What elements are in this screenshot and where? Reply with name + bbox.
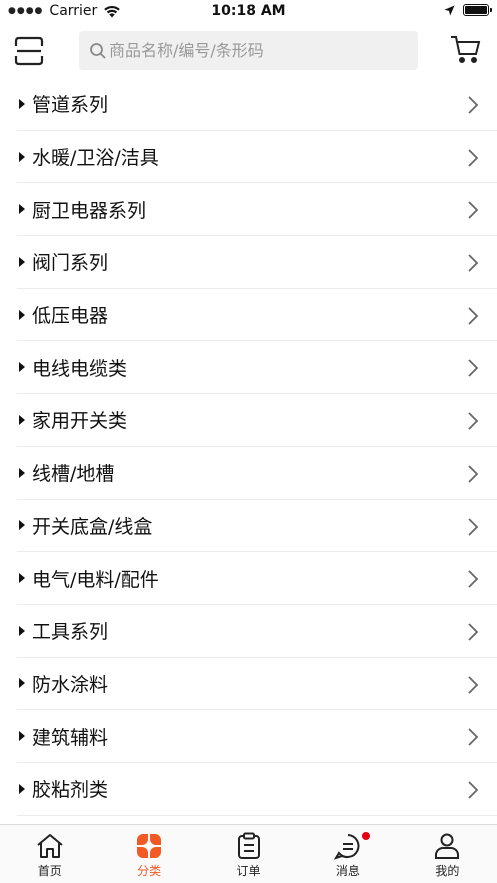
expand-triangle-icon [19, 256, 25, 267]
location-arrow-icon [444, 5, 455, 15]
expand-triangle-icon [19, 625, 25, 636]
category-item[interactable]: 阀门系列 [17, 236, 497, 289]
category-label: 防水涂料 [32, 673, 109, 696]
home-icon [37, 834, 63, 858]
expand-triangle-icon [19, 98, 25, 109]
chevron-right-icon [468, 254, 479, 272]
chevron-right-icon [468, 359, 479, 378]
category-label: 电气/电料/配件 [32, 568, 159, 591]
status-time: 10:18 AM [211, 3, 286, 19]
category-label: 阀门系列 [32, 252, 109, 275]
category-item[interactable]: 建筑辅料 [17, 710, 497, 763]
chevron-right-icon [468, 623, 479, 641]
scan-icon [14, 36, 44, 66]
category-label: 电线电缆类 [32, 357, 128, 380]
category-label: 管道系列 [32, 94, 109, 117]
category-item[interactable]: 开关底盒/线盒 [17, 500, 497, 553]
category-label: 低压电器 [32, 305, 109, 328]
category-label: 家用开关类 [32, 410, 128, 433]
cart-icon [451, 36, 481, 63]
category-item[interactable]: 厨卫电器系列 [17, 183, 497, 237]
category-item[interactable]: 胶粘剂类 [17, 763, 497, 816]
chevron-right-icon [468, 149, 479, 167]
chevron-right-icon [468, 781, 479, 799]
category-item[interactable]: 管道系列 [17, 78, 497, 131]
expand-triangle-icon [19, 731, 25, 742]
category-label: 开关底盒/线盒 [32, 515, 153, 538]
tab-label: 订单 [236, 864, 261, 878]
category-item[interactable]: 防水涂料 [17, 658, 497, 711]
tab-label: 我的 [435, 864, 460, 878]
tab-profile[interactable]: 我的 [398, 825, 497, 883]
category-list: 管道系列 水暖/卫浴/洁具 厨卫电器系列 阀门系列 低压电器 电线电缆类 家用开… [0, 78, 497, 816]
message-icon [333, 834, 360, 860]
chevron-right-icon [468, 570, 479, 588]
expand-triangle-icon [19, 151, 25, 162]
category-label: 水暖/卫浴/洁具 [32, 147, 159, 170]
category-item[interactable]: 水暖/卫浴/洁具 [17, 131, 497, 184]
tab-category[interactable]: 分类 [99, 825, 198, 883]
unread-badge [362, 832, 371, 840]
tab-orders[interactable]: 订单 [199, 825, 298, 883]
expand-triangle-icon [19, 520, 25, 531]
expand-triangle-icon [19, 467, 25, 478]
tab-label: 分类 [137, 864, 162, 878]
chevron-right-icon [468, 465, 479, 483]
category-item[interactable]: 工具系列 [17, 605, 497, 658]
expand-triangle-icon [19, 678, 25, 689]
profile-icon [435, 833, 460, 859]
tab-label: 消息 [335, 864, 360, 878]
expand-triangle-icon [19, 204, 25, 215]
tab-home[interactable]: 首页 [0, 825, 99, 883]
tab-messages[interactable]: 消息 [298, 825, 397, 883]
category-icon [137, 834, 162, 858]
category-item[interactable]: 家用开关类 [17, 394, 497, 447]
category-item[interactable]: 低压电器 [17, 289, 497, 342]
category-label: 线槽/地槽 [32, 463, 115, 486]
search-box[interactable] [79, 31, 418, 70]
expand-triangle-icon [19, 783, 25, 794]
chevron-right-icon [468, 412, 479, 430]
expand-triangle-icon [19, 414, 25, 425]
chevron-right-icon [468, 675, 479, 694]
category-label: 工具系列 [32, 621, 109, 644]
chevron-right-icon [468, 201, 479, 220]
chevron-right-icon [468, 96, 479, 114]
top-bar [0, 24, 497, 80]
cart-button[interactable] [450, 34, 486, 70]
search-icon [90, 42, 106, 59]
category-item[interactable]: 线槽/地槽 [17, 447, 497, 500]
scan-button[interactable] [10, 32, 48, 70]
status-bar: ●●●● Carrier 10:18 AM [0, 0, 497, 24]
category-label: 建筑辅料 [32, 726, 109, 749]
category-label: 厨卫电器系列 [32, 199, 147, 222]
tab-label: 首页 [37, 864, 62, 878]
chevron-right-icon [468, 517, 479, 536]
chevron-right-icon [468, 728, 479, 746]
category-item[interactable]: 电气/电料/配件 [17, 552, 497, 605]
expand-triangle-icon [19, 362, 25, 373]
order-icon [237, 832, 260, 859]
category-item[interactable]: 电线电缆类 [17, 341, 497, 395]
expand-triangle-icon [19, 573, 25, 584]
battery-icon [463, 4, 492, 16]
status-right [444, 4, 492, 16]
tab-bar: 首页 分类 订单 消息 我的 [0, 824, 497, 883]
chevron-right-icon [468, 307, 479, 325]
search-input[interactable] [109, 41, 409, 60]
category-label: 胶粘剂类 [32, 779, 109, 802]
expand-triangle-icon [19, 309, 25, 320]
